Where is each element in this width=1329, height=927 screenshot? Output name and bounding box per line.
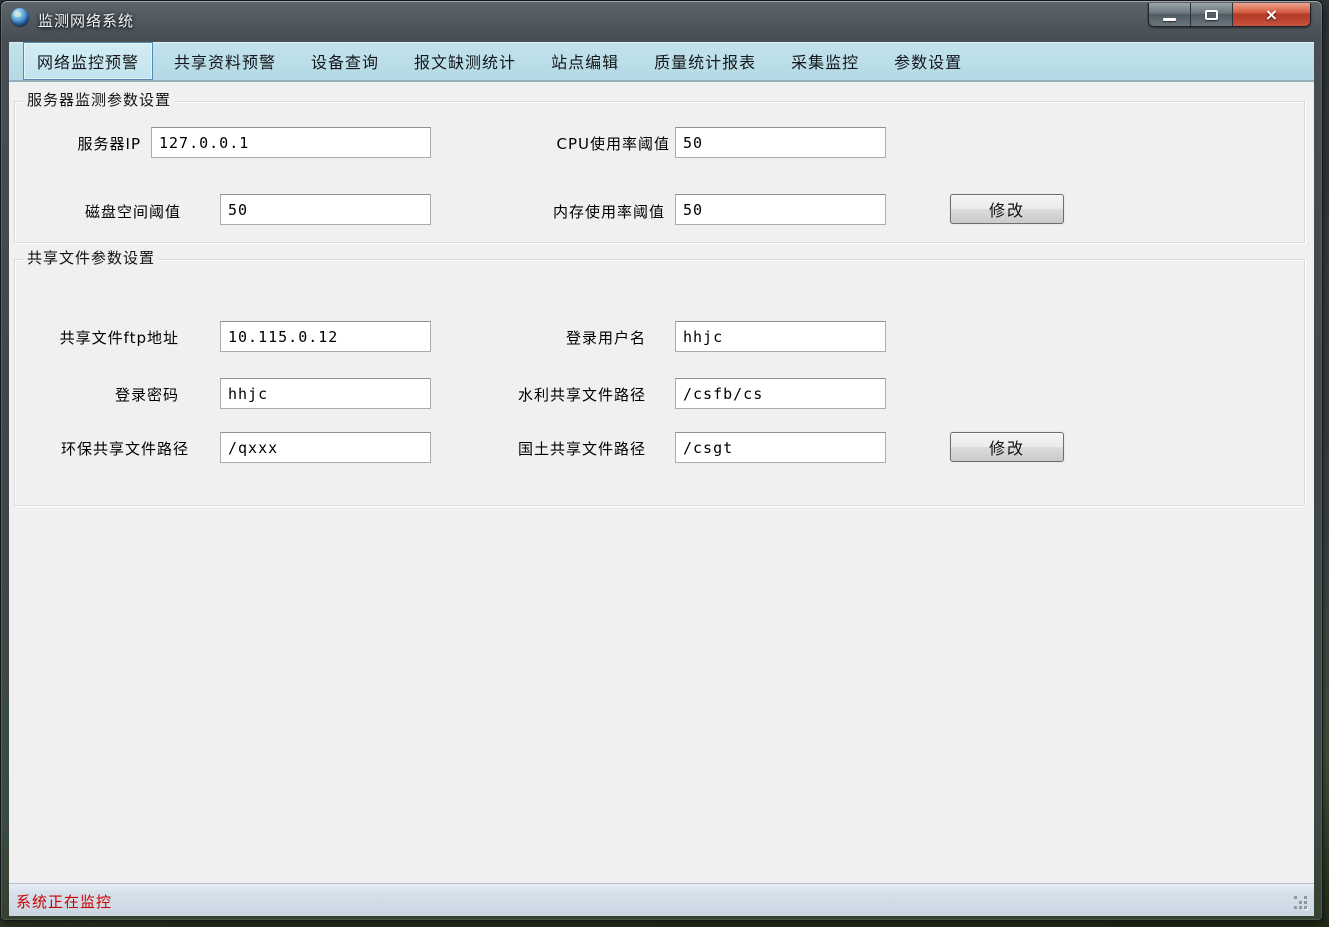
login-username-input[interactable]: [675, 321, 886, 352]
tab-device-query[interactable]: 设备查询: [297, 42, 393, 80]
tab-station-edit[interactable]: 站点编辑: [537, 42, 633, 80]
share-modify-button[interactable]: 修改: [950, 432, 1064, 462]
resize-grip-icon[interactable]: [1294, 896, 1297, 899]
globe-icon: [11, 8, 29, 26]
login-username-label: 登录用户名: [541, 328, 646, 348]
content-area: 服务器监测参数设置 服务器IP CPU使用率阈值 磁盘空间阈值 内存使用率阈值 …: [9, 82, 1314, 883]
tab-parameter-settings[interactable]: 参数设置: [880, 42, 976, 80]
share-params-groupbox: 共享文件参数设置: [14, 259, 1305, 506]
server-ip-input[interactable]: [151, 127, 431, 158]
server-modify-button[interactable]: 修改: [950, 194, 1064, 224]
title-bar[interactable]: 监测网络系统 ×: [1, 1, 1322, 41]
ftp-address-input[interactable]: [220, 321, 431, 352]
window-controls: ×: [1148, 3, 1311, 27]
water-share-path-input[interactable]: [675, 378, 886, 409]
maximize-icon: [1205, 10, 1218, 20]
land-share-path-label: 国土共享文件路径: [496, 439, 646, 459]
maximize-button[interactable]: [1191, 3, 1233, 26]
cpu-threshold-label: CPU使用率阈值: [536, 134, 670, 154]
app-window: 监测网络系统 × 网络监控预警 共享资料预警 设备查询 报文缺测统计 站点编辑 …: [0, 0, 1323, 921]
tab-quality-report[interactable]: 质量统计报表: [640, 42, 770, 80]
tab-message-missing-stats[interactable]: 报文缺测统计: [400, 42, 530, 80]
tab-bar: 网络监控预警 共享资料预警 设备查询 报文缺测统计 站点编辑 质量统计报表 采集…: [9, 42, 1314, 82]
server-ip-label: 服务器IP: [31, 134, 141, 154]
memory-threshold-input[interactable]: [675, 194, 886, 225]
disk-threshold-label: 磁盘空间阈值: [51, 202, 181, 222]
login-password-input[interactable]: [220, 378, 431, 409]
status-bar: 系统正在监控: [9, 883, 1314, 916]
ftp-address-label: 共享文件ftp地址: [29, 328, 179, 348]
login-password-label: 登录密码: [29, 385, 179, 405]
water-share-path-label: 水利共享文件路径: [499, 385, 646, 405]
disk-threshold-input[interactable]: [220, 194, 431, 225]
minimize-icon: [1163, 18, 1176, 21]
env-share-path-input[interactable]: [220, 432, 431, 463]
env-share-path-label: 环保共享文件路径: [29, 439, 189, 459]
share-params-group-title: 共享文件参数设置: [23, 248, 159, 268]
window-title: 监测网络系统: [38, 10, 134, 31]
memory-threshold-label: 内存使用率阈值: [521, 202, 665, 222]
minimize-button[interactable]: [1149, 3, 1191, 26]
tab-network-monitor-alert[interactable]: 网络监控预警: [23, 42, 153, 80]
status-message: 系统正在监控: [16, 891, 112, 912]
tab-collection-monitor[interactable]: 采集监控: [777, 42, 873, 80]
close-icon: ×: [1265, 7, 1278, 23]
server-params-group-title: 服务器监测参数设置: [23, 90, 175, 110]
tab-shared-data-alert[interactable]: 共享资料预警: [160, 42, 290, 80]
cpu-threshold-input[interactable]: [675, 127, 886, 158]
close-button[interactable]: ×: [1233, 3, 1310, 26]
land-share-path-input[interactable]: [675, 432, 886, 463]
